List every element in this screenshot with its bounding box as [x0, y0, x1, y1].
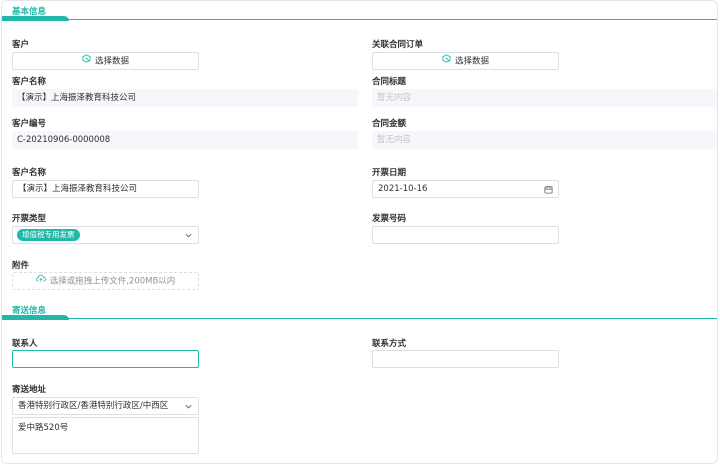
- customer-name-readonly: 【演示】上海振泽教育科技公司: [12, 89, 358, 107]
- invoice-customer-name-label: 客户名称: [12, 168, 47, 178]
- invoice-type-select[interactable]: 增值税专用发票: [12, 226, 199, 244]
- section-tab-shipping: [2, 315, 69, 320]
- form-panel: 基本信息 客户 选择数据 关联合同订单 选择数据 客户名称 【演示】上海振泽教育…: [1, 0, 718, 464]
- contract-title-label: 合同标题: [372, 77, 407, 87]
- street-address-textarea[interactable]: 爱中路520号: [12, 417, 199, 454]
- invoice-date-label: 开票日期: [372, 168, 407, 178]
- customer-select-button[interactable]: 选择数据: [12, 52, 199, 70]
- contract-order-label: 关联合同订单: [372, 40, 424, 50]
- invoice-number-label: 发票号码: [372, 214, 407, 224]
- contact-method-label: 联系方式: [372, 339, 407, 349]
- region-select[interactable]: 香港特别行政区/香港特别行政区/中西区: [12, 397, 199, 415]
- contract-amount-readonly: 暂无内容: [372, 131, 717, 149]
- customer-code-label: 客户编号: [12, 119, 47, 129]
- attachment-upload-text: 选择或拖拽上传文件,200MB以内: [49, 276, 176, 287]
- contact-label: 联系人: [12, 339, 38, 349]
- invoice-date-value: 2021-10-16: [378, 184, 428, 194]
- select-data-icon: [442, 53, 451, 69]
- section-header-basic: 基本信息: [2, 2, 717, 21]
- attachment-label: 附件: [12, 261, 30, 271]
- cloud-upload-icon: [35, 273, 46, 289]
- select-data-icon: [82, 53, 91, 69]
- attachment-upload-area[interactable]: 选择或拖拽上传文件,200MB以内: [12, 272, 199, 290]
- invoice-type-tag: 增值税专用发票: [17, 229, 80, 241]
- address-label: 寄送地址: [12, 385, 47, 395]
- section-tab-basic: [2, 16, 69, 21]
- invoice-type-label: 开票类型: [12, 214, 47, 224]
- invoice-number-input[interactable]: [372, 226, 559, 244]
- invoice-date-picker[interactable]: 2021-10-16: [372, 180, 559, 198]
- contact-input[interactable]: [12, 350, 199, 368]
- customer-label: 客户: [12, 40, 30, 50]
- contract-select-label: 选择数据: [454, 56, 489, 67]
- contract-title-readonly: 暂无内容: [372, 89, 717, 107]
- section-header-shipping: 寄送信息: [2, 301, 717, 320]
- customer-name-label: 客户名称: [12, 77, 47, 87]
- section-divider-shipping: [68, 318, 717, 319]
- calendar-icon[interactable]: [544, 184, 553, 200]
- customer-select-label: 选择数据: [94, 56, 129, 67]
- invoice-customer-name-input[interactable]: 【演示】上海振泽教育科技公司: [12, 180, 199, 198]
- customer-code-readonly: C-20210906-0000008: [12, 131, 358, 149]
- contact-method-input[interactable]: [372, 350, 559, 368]
- contract-amount-label: 合同金额: [372, 119, 407, 129]
- chevron-down-icon: [184, 401, 193, 417]
- chevron-down-icon: [184, 230, 193, 246]
- region-value: 香港特别行政区/香港特别行政区/中西区: [18, 401, 169, 411]
- contract-select-button[interactable]: 选择数据: [372, 52, 559, 70]
- section-divider-basic: [68, 19, 717, 20]
